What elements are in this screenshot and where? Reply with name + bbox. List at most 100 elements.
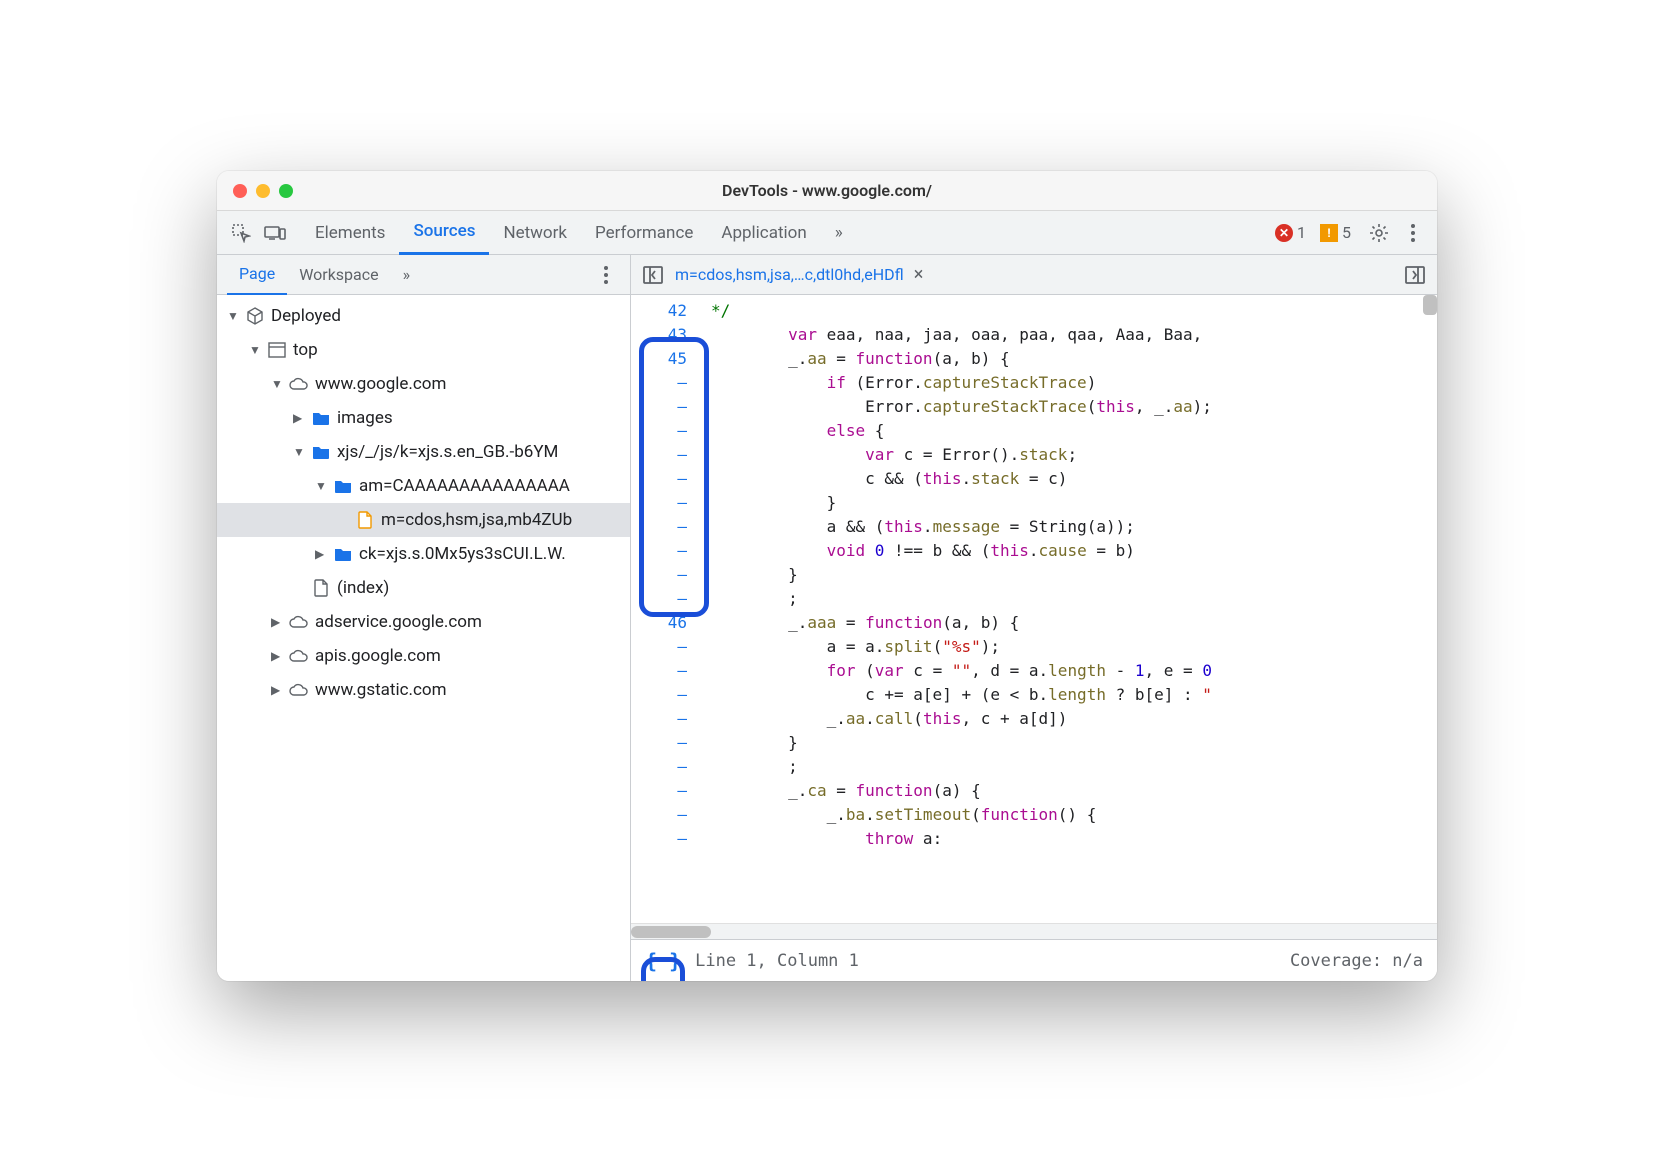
show-debugger-icon[interactable] — [1403, 263, 1427, 287]
code-content[interactable]: */ var eaa, naa, jaa, oaa, paa, qaa, Aaa… — [699, 295, 1437, 923]
tree-label: Deployed — [271, 306, 341, 326]
gutter-line[interactable]: – — [631, 371, 687, 395]
tree-node[interactable]: www.google.com — [217, 367, 630, 401]
tree-arrow-icon[interactable] — [293, 411, 305, 425]
frame-icon — [267, 340, 287, 360]
tree-node[interactable]: images — [217, 401, 630, 435]
tree-label: top — [293, 340, 318, 360]
maximize-window-button[interactable] — [279, 184, 293, 198]
tree-arrow-icon[interactable] — [293, 445, 305, 459]
tree-node[interactable]: top — [217, 333, 630, 367]
sub-toolbar: Page Workspace » m=cdos,hsm,jsa,…c,dtl0h… — [217, 255, 1437, 295]
gutter-line[interactable]: – — [631, 587, 687, 611]
error-icon: ✕ — [1275, 224, 1293, 242]
minimize-window-button[interactable] — [256, 184, 270, 198]
gutter-line[interactable]: – — [631, 635, 687, 659]
tree-arrow-icon[interactable] — [315, 547, 327, 561]
folder-icon — [311, 408, 331, 428]
tree-arrow-icon[interactable] — [271, 377, 283, 391]
tree-node[interactable]: am=CAAAAAAAAAAAAAAA — [217, 469, 630, 503]
file-tree[interactable]: Deployed top www.google.com images xjs/_/js/… — [217, 295, 631, 981]
close-window-button[interactable] — [233, 184, 247, 198]
line-gutter[interactable]: 424345––––––––––46––––––––– — [631, 295, 699, 923]
inspect-icon[interactable] — [227, 219, 255, 247]
open-file-name: m=cdos,hsm,jsa,…c,dtl0hd,eHDfl — [675, 265, 904, 284]
warnings-badge[interactable]: ! 5 — [1320, 223, 1351, 242]
tree-label: ck=xjs.s.0Mx5ys3sCUI.L.W. — [359, 544, 566, 564]
errors-badge[interactable]: ✕ 1 — [1275, 223, 1306, 242]
tree-label: xjs/_/js/k=xjs.s.en_GB.-b6YM — [337, 442, 558, 462]
pretty-print-button[interactable]: { } — [645, 949, 681, 973]
tree-arrow-icon[interactable] — [315, 479, 327, 493]
cloud-icon — [289, 374, 309, 394]
tree-node[interactable]: www.gstatic.com — [217, 673, 630, 707]
tree-arrow-icon[interactable] — [271, 615, 283, 629]
gutter-line[interactable]: – — [631, 755, 687, 779]
doc-icon — [311, 578, 331, 598]
tree-label: www.google.com — [315, 374, 446, 394]
gutter-line[interactable]: 43 — [631, 323, 687, 347]
horizontal-scrollbar-thumb[interactable] — [631, 926, 711, 938]
gutter-line[interactable]: – — [631, 803, 687, 827]
gutter-line[interactable]: – — [631, 779, 687, 803]
gutter-line[interactable]: – — [631, 395, 687, 419]
tree-node[interactable]: adservice.google.com — [217, 605, 630, 639]
gutter-line[interactable]: – — [631, 539, 687, 563]
close-tab-icon[interactable]: × — [914, 264, 924, 285]
navigator-menu-icon[interactable] — [592, 261, 620, 289]
open-file-tab[interactable]: m=cdos,hsm,jsa,…c,dtl0hd,eHDfl × — [675, 264, 923, 285]
folder-icon — [311, 442, 331, 462]
tree-label: www.gstatic.com — [315, 680, 446, 700]
tab-application[interactable]: Application — [707, 211, 820, 255]
tree-label: adservice.google.com — [315, 612, 482, 632]
tree-node[interactable]: (index) — [217, 571, 630, 605]
cube-icon — [245, 306, 265, 326]
tree-node[interactable]: m=cdos,hsm,jsa,mb4ZUb — [217, 503, 630, 537]
vertical-scrollbar[interactable] — [1423, 295, 1437, 315]
tree-node[interactable]: ck=xjs.s.0Mx5ys3sCUI.L.W. — [217, 537, 630, 571]
gutter-line[interactable]: – — [631, 515, 687, 539]
tab-elements[interactable]: Elements — [301, 211, 399, 255]
gutter-line[interactable]: 45 — [631, 347, 687, 371]
tree-arrow-icon[interactable] — [249, 343, 261, 357]
code-editor[interactable]: 424345––––––––––46––––––––– */ var eaa, … — [631, 295, 1437, 981]
tab-performance[interactable]: Performance — [581, 211, 707, 255]
gutter-line[interactable]: 46 — [631, 611, 687, 635]
gutter-line[interactable]: 42 — [631, 299, 687, 323]
settings-icon[interactable] — [1365, 219, 1393, 247]
gutter-line[interactable]: – — [631, 707, 687, 731]
gutter-line[interactable]: – — [631, 731, 687, 755]
more-menu-icon[interactable] — [1399, 219, 1427, 247]
tab-sources[interactable]: Sources — [399, 211, 489, 255]
device-toggle-icon[interactable] — [261, 219, 289, 247]
tree-arrow-icon[interactable] — [271, 649, 283, 663]
warning-count: 5 — [1342, 223, 1351, 242]
gutter-line[interactable]: – — [631, 827, 687, 851]
navigator-tab-workspace[interactable]: Workspace — [287, 255, 390, 295]
gutter-line[interactable]: – — [631, 443, 687, 467]
error-count: 1 — [1297, 223, 1306, 242]
gutter-line[interactable]: – — [631, 659, 687, 683]
tree-label: m=cdos,hsm,jsa,mb4ZUb — [381, 510, 572, 530]
tree-node[interactable]: apis.google.com — [217, 639, 630, 673]
cloud-icon — [289, 680, 309, 700]
horizontal-scrollbar[interactable] — [631, 923, 1437, 939]
tab-network[interactable]: Network — [489, 211, 581, 255]
tree-arrow-icon[interactable] — [271, 683, 283, 697]
gutter-line[interactable]: – — [631, 491, 687, 515]
navigator-tabs: Page Workspace » — [217, 255, 631, 294]
tabs-overflow[interactable]: » — [821, 211, 857, 255]
tree-node[interactable]: Deployed — [217, 299, 630, 333]
gutter-line[interactable]: – — [631, 467, 687, 491]
gutter-line[interactable]: – — [631, 563, 687, 587]
show-navigator-icon[interactable] — [641, 263, 665, 287]
tree-node[interactable]: xjs/_/js/k=xjs.s.en_GB.-b6YM — [217, 435, 630, 469]
gutter-line[interactable]: – — [631, 683, 687, 707]
navigator-tab-page[interactable]: Page — [227, 255, 287, 295]
devtools-window: DevTools - www.google.com/ Elements Sour… — [217, 171, 1437, 981]
traffic-lights — [217, 184, 293, 198]
cloud-icon — [289, 612, 309, 632]
navigator-overflow[interactable]: » — [391, 255, 423, 295]
gutter-line[interactable]: – — [631, 419, 687, 443]
tree-arrow-icon[interactable] — [227, 309, 239, 323]
